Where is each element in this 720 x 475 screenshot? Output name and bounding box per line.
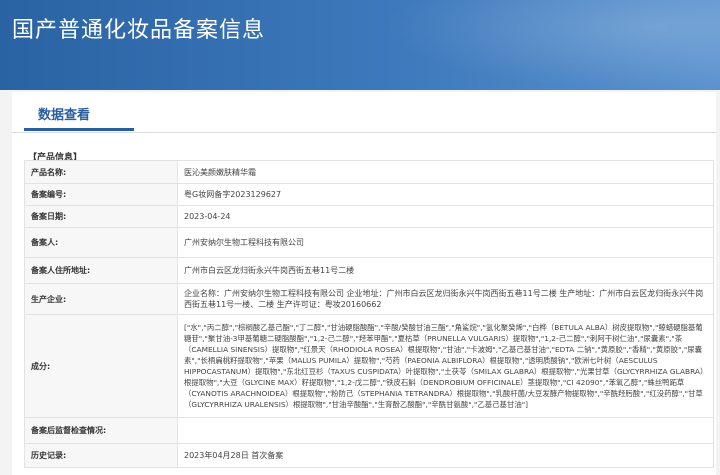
table-row: 历史记录: 2023年04月28日 首次备案 (24, 443, 714, 468)
row-label: 备案编号: (24, 183, 178, 206)
row-value: 粤G妆网备字2023129627 (177, 183, 714, 206)
row-label: 产品名称: (24, 160, 178, 184)
table-row: 备案人住所地址: 广州市白云区龙归街永兴牛岗西街五巷11号二楼 (24, 257, 714, 284)
row-label: 备案日期: (24, 205, 178, 228)
banner-decoration (380, 0, 720, 90)
row-label: 备案后监督检查情况: (24, 417, 178, 444)
table-row: 生产企业: 企业名称：广州安纳尔生物工程科技有限公司 企业地址：广州市白云区龙归… (24, 283, 714, 315)
row-label: 备案人住所地址: (24, 257, 178, 284)
table-row: 产品名称: 医沁美颜嫩肤精华霜 (24, 160, 714, 184)
table-row: 备案日期: 2023-04-24 (24, 205, 714, 228)
row-label: 备案人: (24, 227, 178, 258)
row-value: 企业名称：广州安纳尔生物工程科技有限公司 企业地址：广州市白云区龙归街永兴牛岗西… (177, 283, 714, 315)
table-row: 备案人: 广州安纳尔生物工程科技有限公司 (24, 227, 714, 258)
row-label: 历史记录: (24, 443, 178, 468)
row-label: 成分: (24, 314, 178, 418)
content-panel: 数据查看 【产品信息】 产品名称: 医沁美颜嫩肤精华霜 备案编号: 粤G妆网备字… (12, 92, 716, 475)
row-value (177, 417, 714, 444)
row-label: 生产企业: (24, 283, 178, 315)
row-value: 广州市白云区龙归街永兴牛岗西街五巷11号二楼 (177, 257, 714, 284)
row-value: 2023年04月28日 首次备案 (177, 443, 714, 468)
page-title: 国产普通化妆品备案信息 (12, 18, 266, 43)
row-value: 医沁美颜嫩肤精华霜 (177, 160, 714, 184)
table-row: 备案编号: 粤G妆网备字2023129627 (24, 183, 714, 206)
tab-data-view[interactable]: 数据查看 (38, 104, 90, 123)
row-value: 广州安纳尔生物工程科技有限公司 (177, 227, 714, 258)
row-value: 2023-04-24 (177, 205, 714, 228)
info-table: 产品名称: 医沁美颜嫩肤精华霜 备案编号: 粤G妆网备字2023129627 备… (24, 160, 714, 468)
table-row: 备案后监督检查情况: (24, 417, 714, 444)
table-row: 成分: ["水","丙二醇","棕榈酸乙基己酯","丁二醇","甘油硬脂酸酯",… (24, 314, 714, 418)
header-banner: 国产普通化妆品备案信息 (0, 0, 720, 90)
ingredients-value: ["水","丙二醇","棕榈酸乙基己酯","丁二醇","甘油硬脂酸酯","辛酸/… (177, 314, 714, 418)
tab-bar: 数据查看 (12, 92, 716, 133)
active-tab-indicator (24, 128, 134, 131)
